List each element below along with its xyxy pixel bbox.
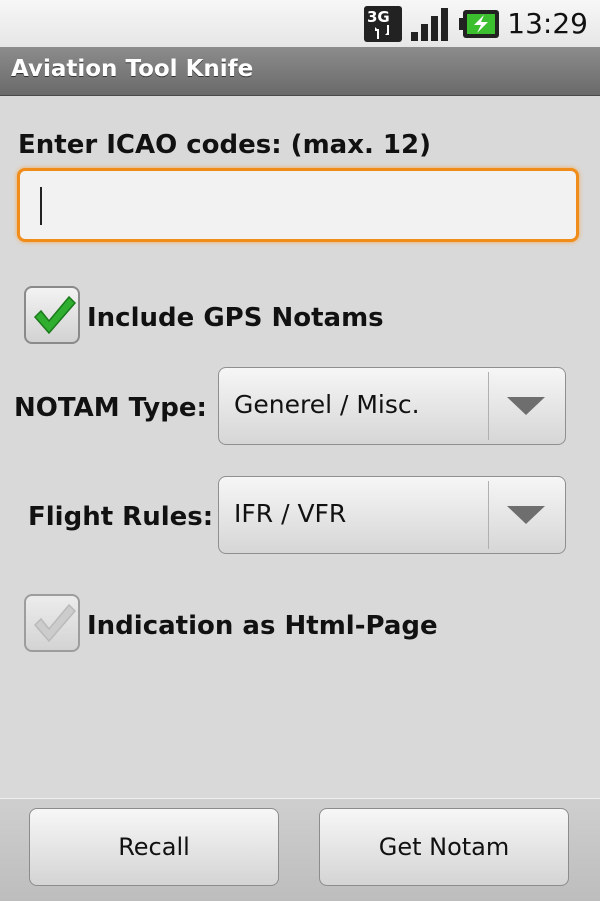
status-bar: 3G 13:29 <box>0 0 600 47</box>
icao-input[interactable] <box>20 171 576 239</box>
status-time: 13:29 <box>507 7 588 40</box>
gps-notams-label[interactable]: Include GPS Notams <box>87 303 384 333</box>
icao-label: Enter ICAO codes: (max. 12) <box>18 130 431 160</box>
notam-type-dropdown[interactable]: Generel / Misc. <box>218 367 566 445</box>
checkmark-disabled-icon <box>33 603 77 643</box>
notam-type-label: NOTAM Type: <box>14 393 207 423</box>
recall-button[interactable]: Recall <box>29 808 279 886</box>
checkmark-icon <box>33 295 77 335</box>
signal-strength-icon <box>409 6 451 46</box>
network-3g-icon: 3G <box>363 5 403 47</box>
html-page-checkbox[interactable] <box>24 594 80 652</box>
dropdown-divider <box>488 372 489 440</box>
flight-rules-label: Flight Rules: <box>28 502 214 532</box>
notam-type-value: Generel / Misc. <box>234 390 420 419</box>
dropdown-divider <box>488 481 489 549</box>
gps-notams-checkbox[interactable] <box>24 286 80 344</box>
battery-charging-icon <box>459 9 501 43</box>
app-title: Aviation Tool Knife <box>11 56 254 82</box>
html-page-label[interactable]: Indication as Html-Page <box>87 611 438 641</box>
app-title-bar: Aviation Tool Knife <box>0 47 600 96</box>
dropdown-arrow-icon <box>507 397 545 415</box>
dropdown-arrow-icon <box>507 506 545 524</box>
icao-input-container[interactable] <box>17 168 579 242</box>
flight-rules-dropdown[interactable]: IFR / VFR <box>218 476 566 554</box>
flight-rules-value: IFR / VFR <box>234 499 347 528</box>
text-cursor <box>40 187 42 225</box>
network-type-label: 3G <box>367 8 390 26</box>
get-notam-button[interactable]: Get Notam <box>319 808 569 886</box>
